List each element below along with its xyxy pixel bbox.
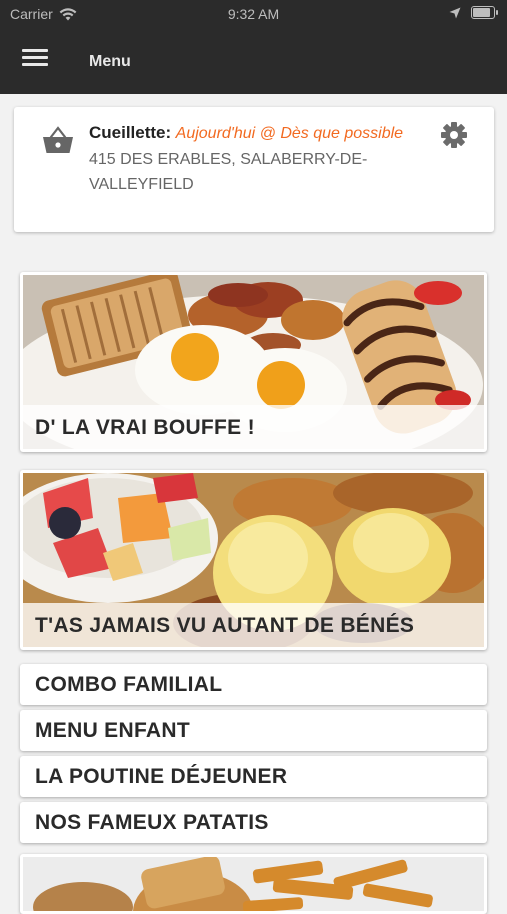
status-bar: Carrier 9:32 AM (0, 0, 507, 28)
battery-icon (471, 6, 498, 19)
banner-caption: T'AS JAMAIS VU AUTANT DE BÉNÉS (23, 603, 484, 647)
pickup-card[interactable]: Cueillette: Aujourd'hui @ Dès que possib… (14, 107, 494, 232)
location-arrow-icon (449, 7, 461, 18)
status-right (449, 6, 498, 19)
category-banner-bouffe[interactable]: D' LA VRAI BOUFFE ! (20, 272, 487, 452)
category-label: LA POUTINE DÉJEUNER (35, 765, 288, 788)
banner-caption: D' LA VRAI BOUFFE ! (23, 405, 484, 449)
category-item-fameux-patatis[interactable]: NOS FAMEUX PATATIS (20, 802, 487, 843)
category-item-menu-enfant[interactable]: MENU ENFANT (20, 710, 487, 751)
category-banner-benes[interactable]: T'AS JAMAIS VU AUTANT DE BÉNÉS (20, 470, 487, 650)
battery-fill (473, 8, 491, 17)
pickup-text: Cueillette: Aujourd'hui @ Dès que possib… (89, 120, 409, 198)
category-label: T'AS JAMAIS VU AUTANT DE BÉNÉS (35, 614, 415, 637)
pickup-label: Cueillette: (89, 123, 172, 142)
category-label: NOS FAMEUX PATATIS (35, 811, 269, 834)
basket-icon (43, 126, 73, 153)
category-item-combo-familial[interactable]: COMBO FAMILIAL (20, 664, 487, 705)
fries-photo (23, 857, 484, 911)
gear-icon[interactable] (440, 121, 468, 149)
category-label: MENU ENFANT (35, 719, 190, 742)
category-label: COMBO FAMILIAL (35, 673, 223, 696)
top-nav-bar: Menu (0, 28, 507, 94)
category-banner-partial[interactable] (20, 854, 487, 914)
pickup-time: Aujourd'hui @ Dès que possible (175, 125, 404, 142)
category-label: D' LA VRAI BOUFFE ! (35, 416, 255, 439)
category-item-poutine-dejeuner[interactable]: LA POUTINE DÉJEUNER (20, 756, 487, 797)
hamburger-icon[interactable] (22, 49, 48, 71)
pickup-address: 415 DES ERABLES, SALABERRY-DE-VALLEYFIEL… (89, 150, 368, 194)
status-time: 9:32 AM (227, 6, 280, 22)
page-title: Menu (89, 53, 131, 70)
